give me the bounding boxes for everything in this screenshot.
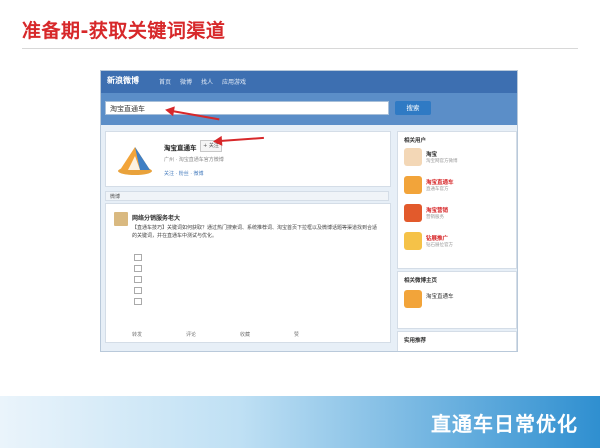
avatar[interactable] (114, 212, 128, 226)
sidebar-item-name: 淘宝直通车 (426, 180, 454, 186)
sidebar-item-desc: 钻石展位官方 (426, 243, 453, 248)
checkbox-icon (134, 298, 142, 305)
sidebar-item[interactable]: 淘宝营销 营销服务 (404, 204, 514, 228)
section-header: 微博 (105, 191, 389, 201)
weibo-screenshot: 新浪微博 首页 微博 找人 应用游戏 淘宝直通车 搜索 淘宝直通车 + 关注 广… (100, 70, 518, 352)
sidebar-item-name: 淘宝 (426, 152, 438, 158)
sidebar-title: 实用推荐 (404, 338, 427, 344)
sidebar-title: 相关用户 (404, 138, 427, 144)
post-checklist (134, 254, 142, 309)
sidebar-item[interactable]: 淘宝 淘宝网官方微博 (404, 148, 514, 172)
sidebar-item[interactable]: 钻展推广 钻石展位官方 (404, 232, 514, 256)
sidebar-related-users: 相关用户 淘宝 淘宝网官方微博 淘宝直通车 直通车官方 淘宝营销 营销服务 钻展… (397, 131, 517, 269)
sidebar-item[interactable]: 淘宝直通车 直通车官方 (404, 176, 514, 200)
sidebar-related-homepage: 相关微博主页 淘宝直通车 (397, 271, 517, 329)
post-body: 【直通车技巧】关键词如何获取？通过热门搜索词、系统推荐词、淘宝首页下拉框以及微博… (132, 225, 378, 239)
sidebar-item-name: 钻展推广 (426, 236, 449, 242)
weibo-nav: 首页 微博 找人 应用游戏 (159, 77, 246, 86)
sidebar-item-desc: 淘宝网官方微博 (426, 159, 458, 164)
footer-title: 直通车日常优化 (431, 412, 578, 436)
homepage-name[interactable]: 淘宝直通车 (426, 292, 454, 300)
nav-weibo[interactable]: 微博 (180, 77, 192, 86)
checkbox-icon (134, 254, 142, 261)
post-author[interactable]: 网络分销服务老大 (132, 213, 180, 222)
profile-name[interactable]: 淘宝直通车 (164, 142, 197, 152)
nav-people[interactable]: 找人 (201, 77, 213, 86)
post-card: 网络分销服务老大 【直通车技巧】关键词如何获取？通过热门搜索词、系统推荐词、淘宝… (105, 203, 391, 343)
checkbox-icon (134, 265, 142, 272)
search-input[interactable]: 淘宝直通车 (105, 101, 389, 115)
profile-stats[interactable]: 关注 · 粉丝 · 微博 (164, 170, 204, 177)
comment-button[interactable]: 评论 (186, 331, 196, 338)
slide-title: 准备期-获取关键词渠道 (22, 20, 226, 42)
repost-button[interactable]: 转发 (132, 331, 142, 338)
avatar[interactable] (404, 290, 422, 308)
avatar (404, 232, 422, 250)
sidebar-title: 相关微博主页 (404, 278, 438, 284)
sidebar-recommend: 实用推荐 (397, 331, 517, 351)
like-button[interactable]: 赞 (294, 331, 299, 338)
weibo-logo[interactable]: 新浪微博 (107, 75, 139, 86)
nav-apps[interactable]: 应用游戏 (222, 77, 246, 86)
checkbox-icon (134, 287, 142, 294)
post-actions: 转发 评论 收藏 赞 (132, 331, 299, 338)
checkbox-icon (134, 276, 142, 283)
sidebar-item-desc: 直通车官方 (426, 187, 449, 192)
avatar (404, 148, 422, 166)
profile-meta: 广州 · 淘宝直通车官方微博 (164, 157, 224, 163)
sidebar-item-desc: 营销服务 (426, 215, 444, 220)
avatar (404, 204, 422, 222)
tent-logo-icon (118, 147, 152, 175)
weibo-header: 新浪微博 首页 微博 找人 应用游戏 (101, 71, 517, 93)
nav-home[interactable]: 首页 (159, 77, 171, 86)
sidebar-item-name: 淘宝营销 (426, 208, 449, 214)
search-button[interactable]: 搜索 (395, 101, 431, 115)
favorite-button[interactable]: 收藏 (240, 331, 250, 338)
title-divider (22, 48, 578, 49)
avatar (404, 176, 422, 194)
